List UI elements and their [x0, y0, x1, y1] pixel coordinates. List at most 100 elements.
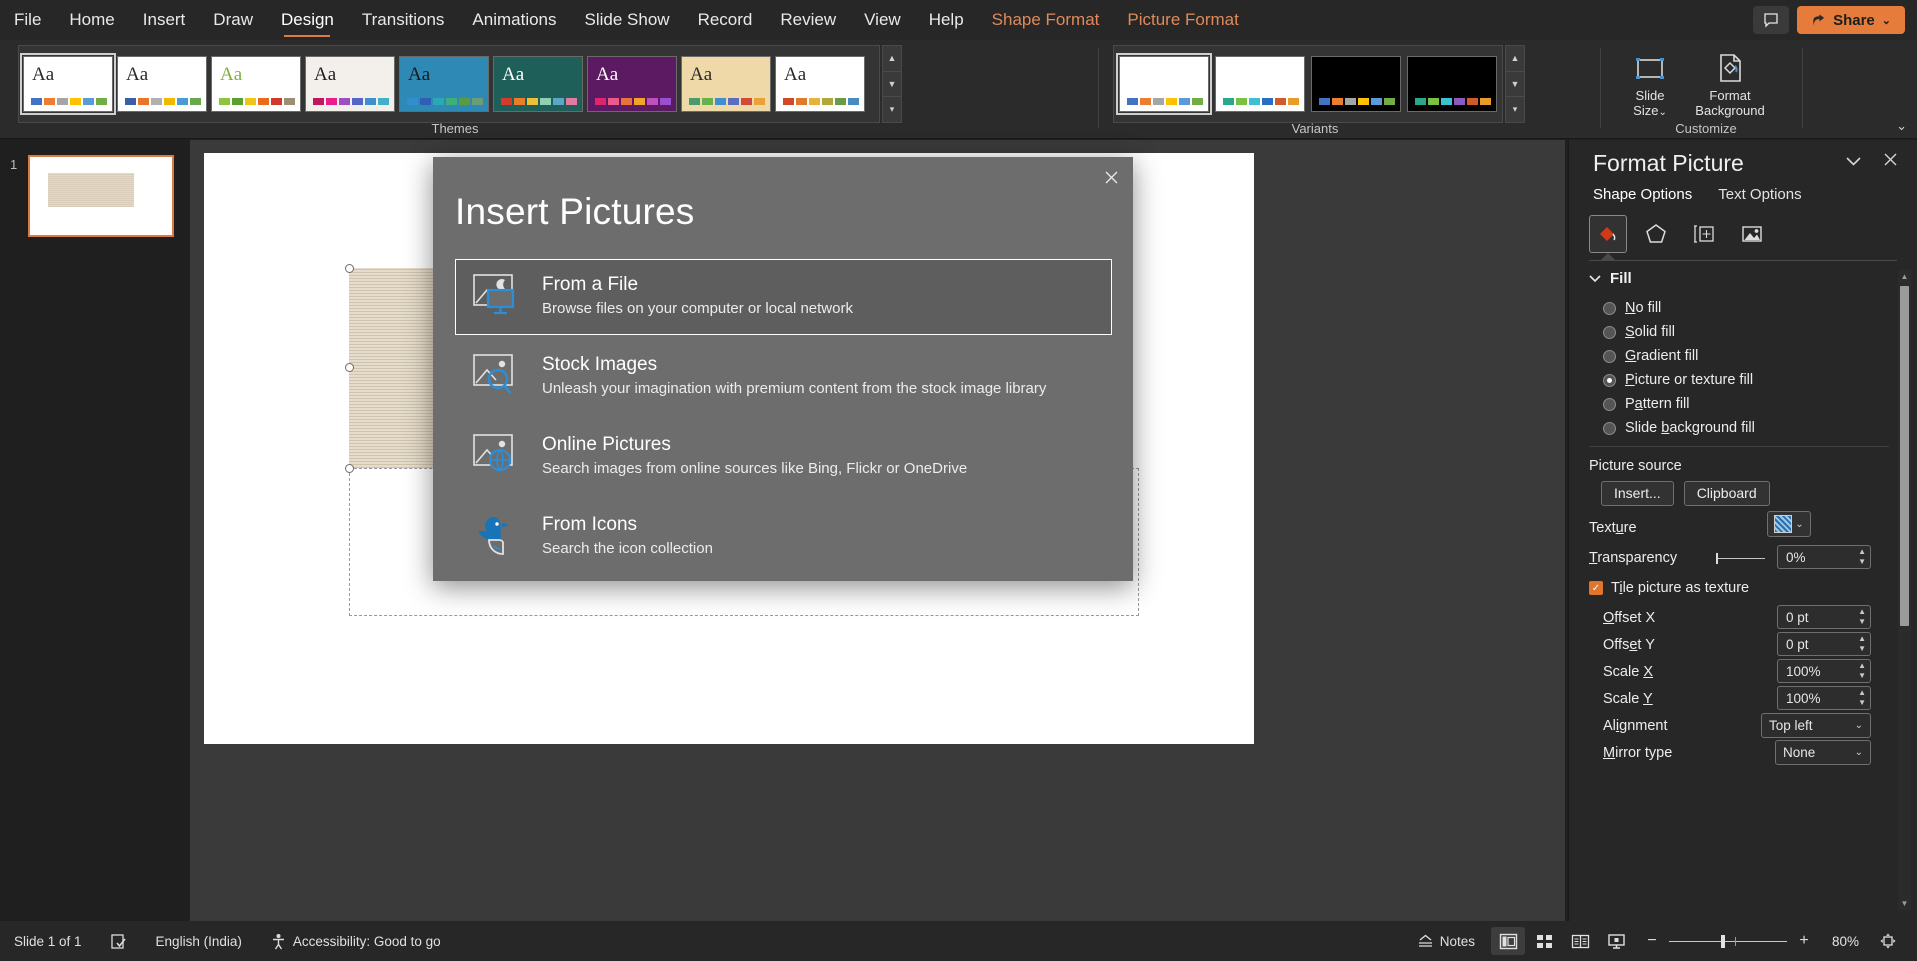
tile-picture-checkbox-row[interactable]: ✓ Tile picture as texture — [1589, 576, 1749, 600]
effects-category-button[interactable] — [1637, 215, 1675, 253]
resize-handle-bottom-left[interactable] — [345, 464, 354, 473]
tab-shape-format[interactable]: Shape Format — [978, 0, 1114, 40]
slider-knob[interactable] — [1716, 552, 1718, 564]
radio-slide-background-fill[interactable]: Slide background fill — [1603, 416, 1755, 440]
size-properties-category-button[interactable] — [1685, 215, 1723, 253]
offset-x-spinner[interactable]: 0 pt ▲ ▼ — [1777, 605, 1871, 629]
tab-record[interactable]: Record — [684, 0, 767, 40]
tab-animations[interactable]: Animations — [458, 0, 570, 40]
radio-gradient-fill[interactable]: Gradient fill — [1603, 344, 1755, 368]
fill-line-category-button[interactable] — [1589, 215, 1627, 253]
tab-transitions[interactable]: Transitions — [348, 0, 459, 40]
tab-text-options[interactable]: Text Options — [1718, 186, 1801, 208]
slide-count-status[interactable]: Slide 1 of 1 — [0, 926, 96, 956]
slide-size-caret-icon[interactable]: ⌄ — [1658, 107, 1666, 118]
panel-scrollbar[interactable]: ▲ ▼ — [1898, 270, 1911, 910]
panel-scroll-down-icon[interactable]: ▼ — [1898, 897, 1911, 910]
normal-view-button[interactable] — [1491, 927, 1525, 955]
tab-draw[interactable]: Draw — [199, 0, 267, 40]
radio-no-fill[interactable]: No fill — [1603, 296, 1755, 320]
theme-thumbnail[interactable]: Aa — [20, 53, 116, 115]
accessibility-status[interactable]: Accessibility: Good to go — [256, 926, 455, 956]
tab-review[interactable]: Review — [766, 0, 850, 40]
option-from-icons[interactable]: From Icons Search the icon collection — [455, 499, 1112, 575]
fit-slide-button[interactable] — [1871, 927, 1905, 955]
clipboard-button[interactable]: Clipboard — [1683, 480, 1770, 506]
variant-thumbnail[interactable] — [1116, 53, 1212, 115]
panel-close-icon[interactable] — [1884, 150, 1897, 171]
radio-pattern-fill[interactable]: Pattern fill — [1603, 392, 1755, 416]
zoom-level-label[interactable]: 80% — [1821, 934, 1859, 949]
theme-thumbnail[interactable]: Aa — [775, 56, 865, 112]
zoom-slider[interactable] — [1669, 934, 1787, 948]
offset-y-spinner[interactable]: 0 pt ▲ ▼ — [1777, 632, 1871, 656]
dialog-close-button[interactable] — [1098, 165, 1124, 189]
resize-handle-middle-left[interactable] — [345, 363, 354, 372]
themes-more-icon[interactable]: ▾ — [883, 97, 901, 122]
theme-thumbnail[interactable]: Aa — [117, 56, 207, 112]
tab-shape-options[interactable]: Shape Options — [1593, 186, 1692, 208]
tab-help[interactable]: Help — [915, 0, 978, 40]
tab-insert[interactable]: Insert — [129, 0, 200, 40]
notes-button[interactable]: Notes — [1403, 926, 1489, 956]
tab-view[interactable]: View — [850, 0, 915, 40]
theme-thumbnail[interactable]: Aa — [399, 56, 489, 112]
picture-category-button[interactable] — [1733, 215, 1771, 253]
themes-gallery[interactable]: Aa Aa Aa Aa Aa Aa Aa Aa Aa — [18, 45, 880, 123]
alignment-dropdown[interactable]: Top left ⌄ — [1761, 712, 1871, 738]
resize-handle-top-left[interactable] — [345, 264, 354, 273]
tab-file[interactable]: File — [0, 0, 55, 40]
insert-button[interactable]: Insert... — [1601, 480, 1674, 506]
variant-thumbnail[interactable] — [1311, 56, 1401, 112]
variants-scroll-up-icon[interactable]: ▲ — [1506, 46, 1524, 72]
reading-view-button[interactable] — [1563, 927, 1597, 955]
theme-thumbnail[interactable]: Aa — [305, 56, 395, 112]
slide-sorter-button[interactable] — [1527, 927, 1561, 955]
zoom-in-button[interactable]: + — [1797, 932, 1811, 950]
spinner-arrows[interactable]: ▲ ▼ — [1858, 547, 1866, 567]
theme-thumbnail[interactable]: Aa — [211, 56, 301, 112]
tab-slide-show[interactable]: Slide Show — [571, 0, 684, 40]
themes-scroll-down-icon[interactable]: ▼ — [883, 72, 901, 98]
tab-picture-format[interactable]: Picture Format — [1113, 0, 1252, 40]
texture-picker-button[interactable]: ⌄ — [1767, 511, 1811, 537]
transparency-spinner[interactable]: 0% ▲ ▼ — [1777, 545, 1871, 569]
language-status[interactable]: English (India) — [142, 926, 256, 956]
variant-thumbnail[interactable] — [1407, 56, 1497, 112]
format-background-button[interactable]: Format Background — [1684, 48, 1776, 122]
variants-more-icon[interactable]: ▾ — [1506, 97, 1524, 122]
tab-home[interactable]: Home — [55, 0, 128, 40]
theme-thumbnail[interactable]: Aa — [587, 56, 677, 112]
zoom-out-button[interactable]: − — [1645, 932, 1659, 950]
scale-x-spinner[interactable]: 100% ▲ ▼ — [1777, 659, 1871, 683]
transparency-slider[interactable] — [1716, 546, 1765, 570]
themes-gallery-scrollbar[interactable]: ▲ ▼ ▾ — [882, 45, 902, 123]
spinner-arrows[interactable]: ▲ ▼ — [1858, 607, 1866, 627]
spinner-arrows[interactable]: ▲ ▼ — [1858, 661, 1866, 681]
scale-y-spinner[interactable]: 100% ▲ ▼ — [1777, 686, 1871, 710]
option-online-pictures[interactable]: Online Pictures Search images from onlin… — [455, 419, 1112, 495]
share-caret-icon[interactable]: ⌄ — [1882, 14, 1891, 27]
option-from-a-file[interactable]: From a File Browse files on your compute… — [455, 259, 1112, 335]
slideshow-button[interactable] — [1599, 927, 1633, 955]
slide-thumbnail-1[interactable] — [28, 155, 174, 237]
radio-solid-fill[interactable]: Solid fill — [1603, 320, 1755, 344]
ribbon-collapse-icon[interactable]: ⌄ — [1896, 118, 1907, 134]
tab-design[interactable]: Design — [267, 0, 348, 40]
mirror-type-dropdown[interactable]: None ⌄ — [1775, 739, 1871, 765]
texture-caret-icon[interactable]: ⌄ — [1795, 519, 1803, 530]
spinner-arrows[interactable]: ▲ ▼ — [1858, 634, 1866, 654]
comments-button[interactable] — [1753, 6, 1790, 34]
share-button[interactable]: Share ⌄ — [1797, 6, 1905, 34]
theme-thumbnail[interactable]: Aa — [493, 56, 583, 112]
spellcheck-status[interactable] — [96, 926, 142, 956]
themes-scroll-up-icon[interactable]: ▲ — [883, 46, 901, 72]
spinner-arrows[interactable]: ▲ ▼ — [1858, 688, 1866, 708]
slide-size-button[interactable]: Slide Size⌄ — [1618, 48, 1682, 122]
panel-scroll-thumb[interactable] — [1900, 286, 1909, 626]
fill-section-header[interactable]: Fill — [1589, 270, 1632, 287]
panel-collapse-icon[interactable] — [1846, 153, 1861, 170]
variants-gallery-scrollbar[interactable]: ▲ ▼ ▾ — [1505, 45, 1525, 123]
variants-scroll-down-icon[interactable]: ▼ — [1506, 72, 1524, 98]
theme-thumbnail[interactable]: Aa — [681, 56, 771, 112]
